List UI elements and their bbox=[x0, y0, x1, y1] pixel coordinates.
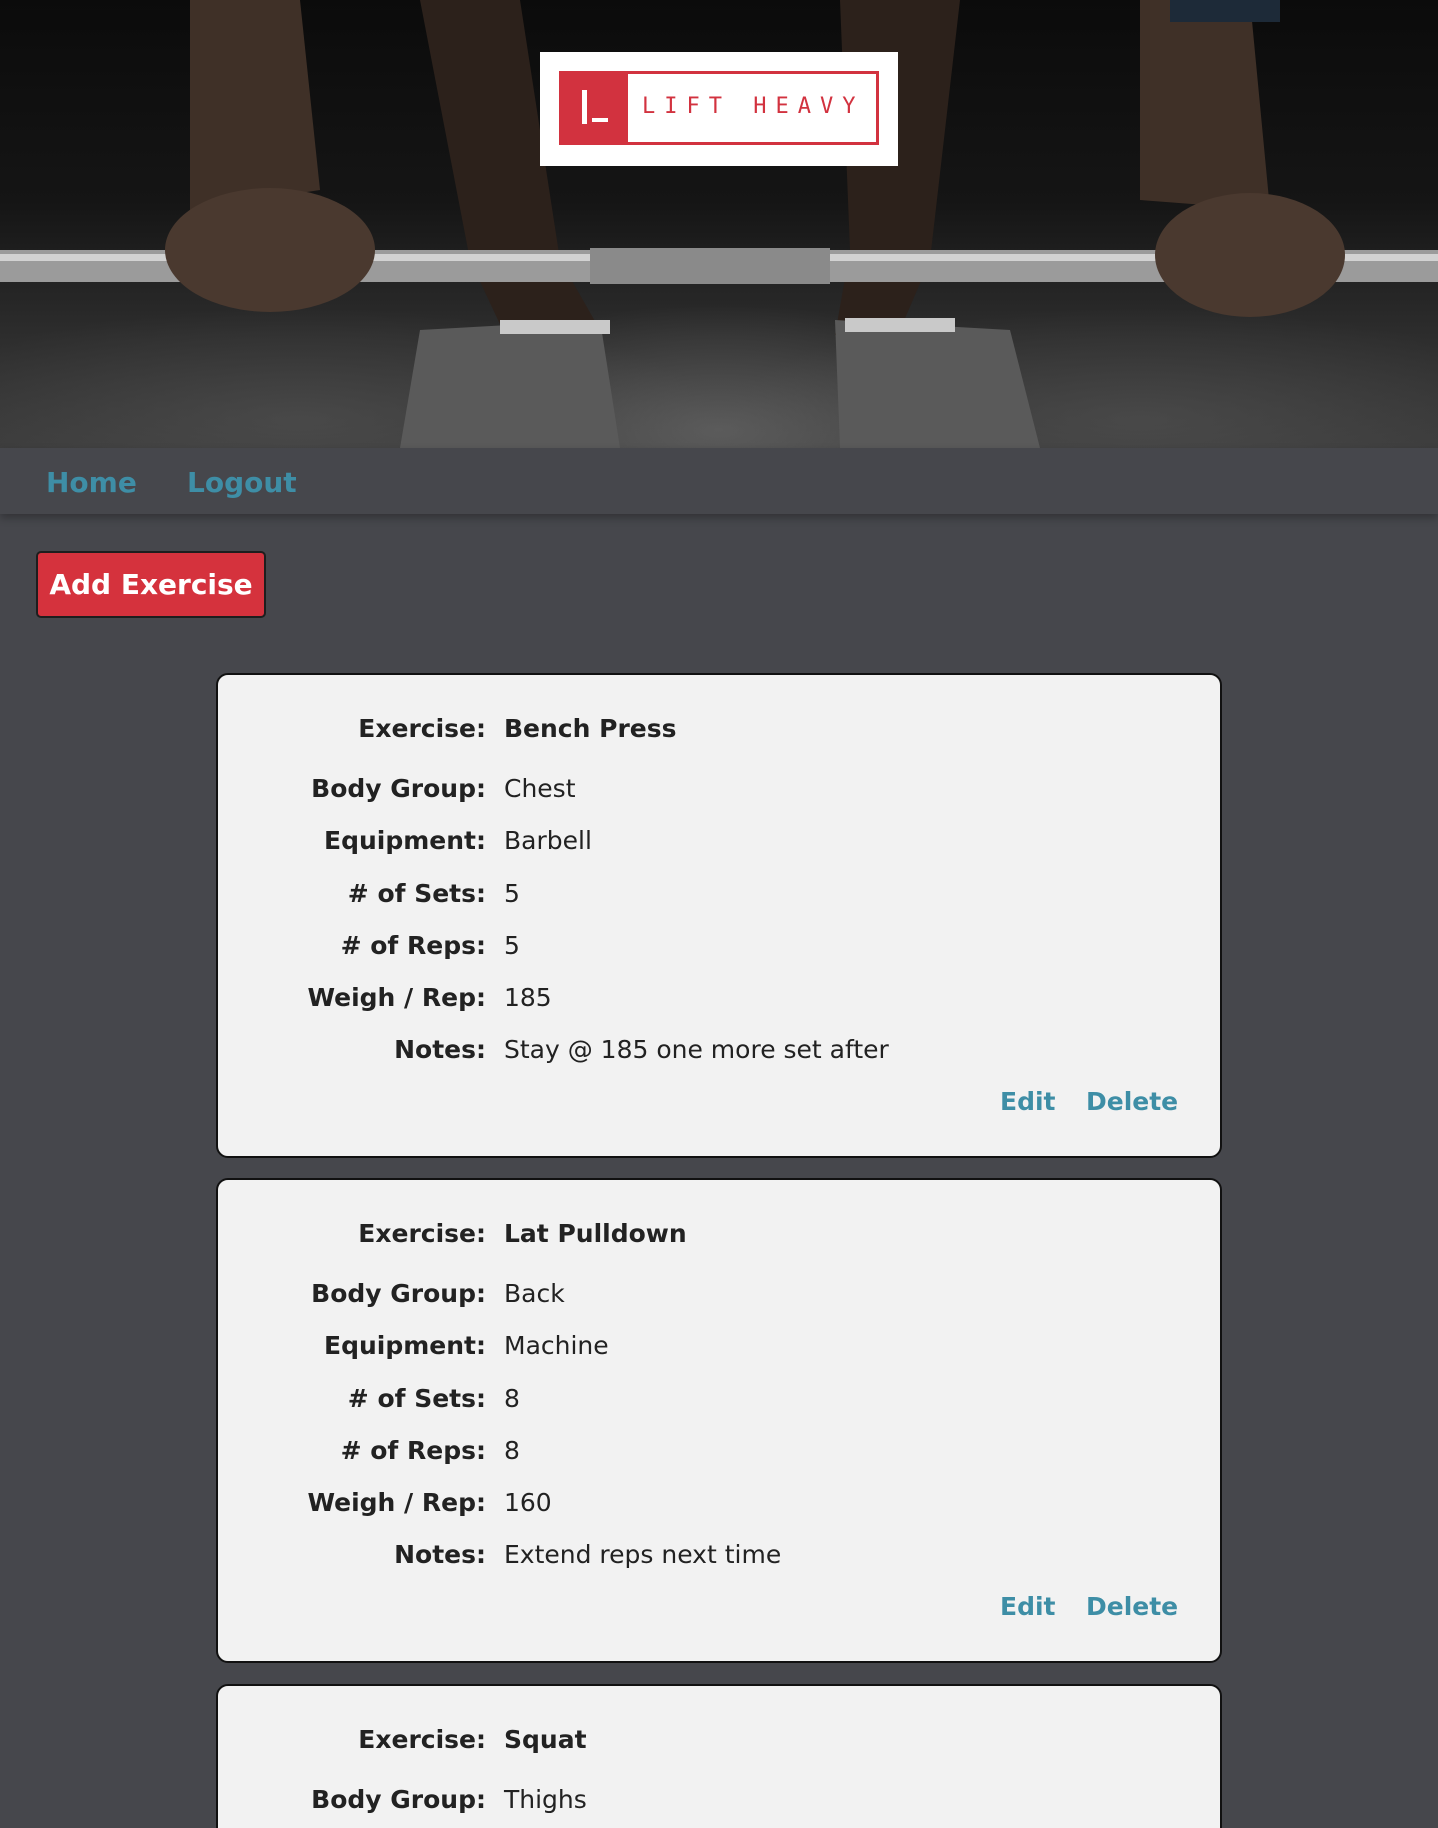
delete-link[interactable]: Delete bbox=[1086, 1592, 1178, 1621]
body-group-value: Chest bbox=[504, 774, 576, 803]
nav-home-link[interactable]: Home bbox=[46, 466, 137, 499]
weight-value: 160 bbox=[504, 1488, 552, 1517]
logo: LIFT HEAVY bbox=[540, 52, 898, 166]
exercise-label: Exercise: bbox=[358, 714, 486, 743]
sets-row: # of Sets: 8 bbox=[218, 1384, 1220, 1420]
exercise-row: Exercise: Bench Press bbox=[218, 714, 1220, 750]
equipment-row: Equipment: Machine bbox=[218, 1331, 1220, 1367]
reps-label: # of Reps: bbox=[340, 1436, 486, 1465]
body-group-label: Body Group: bbox=[311, 774, 486, 803]
body-group-value: Thighs bbox=[504, 1785, 587, 1814]
body-group-value: Back bbox=[504, 1279, 565, 1308]
notes-label: Notes: bbox=[394, 1540, 486, 1569]
logo-frame: LIFT HEAVY bbox=[559, 71, 879, 145]
equipment-value: Barbell bbox=[504, 826, 592, 855]
sets-row: # of Sets: 5 bbox=[218, 879, 1220, 915]
reps-row: # of Reps: 5 bbox=[218, 931, 1220, 967]
reps-value: 8 bbox=[504, 1436, 520, 1465]
reps-label: # of Reps: bbox=[340, 931, 486, 960]
body-group-row: Body Group: Chest bbox=[218, 774, 1220, 810]
exercise-name: Bench Press bbox=[504, 714, 677, 743]
exercise-card: Exercise: Lat Pulldown Body Group: Back … bbox=[216, 1178, 1222, 1663]
edit-link[interactable]: Edit bbox=[1000, 1592, 1056, 1621]
hero-banner: LIFT HEAVY bbox=[0, 0, 1438, 448]
body-group-row: Body Group: Back bbox=[218, 1279, 1220, 1315]
edit-link[interactable]: Edit bbox=[1000, 1087, 1056, 1116]
sets-value: 8 bbox=[504, 1384, 520, 1413]
body-group-label: Body Group: bbox=[311, 1279, 486, 1308]
add-exercise-button[interactable]: Add Exercise bbox=[36, 551, 266, 618]
nav-logout-link[interactable]: Logout bbox=[187, 466, 297, 499]
exercise-row: Exercise: Lat Pulldown bbox=[218, 1219, 1220, 1255]
equipment-label: Equipment: bbox=[324, 1331, 486, 1360]
reps-row: # of Reps: 8 bbox=[218, 1436, 1220, 1472]
exercise-label: Exercise: bbox=[358, 1219, 486, 1248]
notes-value: Stay @ 185 one more set after bbox=[504, 1035, 889, 1064]
exercise-name: Lat Pulldown bbox=[504, 1219, 687, 1248]
exercise-card: Exercise: Squat Body Group: Thighs bbox=[216, 1684, 1222, 1828]
delete-link[interactable]: Delete bbox=[1086, 1087, 1178, 1116]
navbar: Home Logout bbox=[0, 448, 1438, 514]
weight-label: Weigh / Rep: bbox=[307, 983, 486, 1012]
sets-label: # of Sets: bbox=[347, 879, 486, 908]
reps-value: 5 bbox=[504, 931, 520, 960]
sets-label: # of Sets: bbox=[347, 1384, 486, 1413]
exercise-row: Exercise: Squat bbox=[218, 1725, 1220, 1761]
notes-row: Notes: Extend reps next time bbox=[218, 1540, 1220, 1576]
notes-label: Notes: bbox=[394, 1035, 486, 1064]
weight-value: 185 bbox=[504, 983, 552, 1012]
weight-label: Weigh / Rep: bbox=[307, 1488, 486, 1517]
exercise-name: Squat bbox=[504, 1725, 587, 1754]
body-group-row: Body Group: Thighs bbox=[218, 1785, 1220, 1821]
notes-row: Notes: Stay @ 185 one more set after bbox=[218, 1035, 1220, 1071]
equipment-label: Equipment: bbox=[324, 826, 486, 855]
exercise-label: Exercise: bbox=[358, 1725, 486, 1754]
weight-row: Weigh / Rep: 185 bbox=[218, 983, 1220, 1019]
equipment-row: Equipment: Barbell bbox=[218, 826, 1220, 862]
weight-row: Weigh / Rep: 160 bbox=[218, 1488, 1220, 1524]
logo-mark-icon bbox=[562, 74, 628, 142]
sets-value: 5 bbox=[504, 879, 520, 908]
exercise-card: Exercise: Bench Press Body Group: Chest … bbox=[216, 673, 1222, 1158]
body-group-label: Body Group: bbox=[311, 1785, 486, 1814]
equipment-value: Machine bbox=[504, 1331, 609, 1360]
notes-value: Extend reps next time bbox=[504, 1540, 782, 1569]
logo-text: LIFT HEAVY bbox=[642, 94, 865, 119]
